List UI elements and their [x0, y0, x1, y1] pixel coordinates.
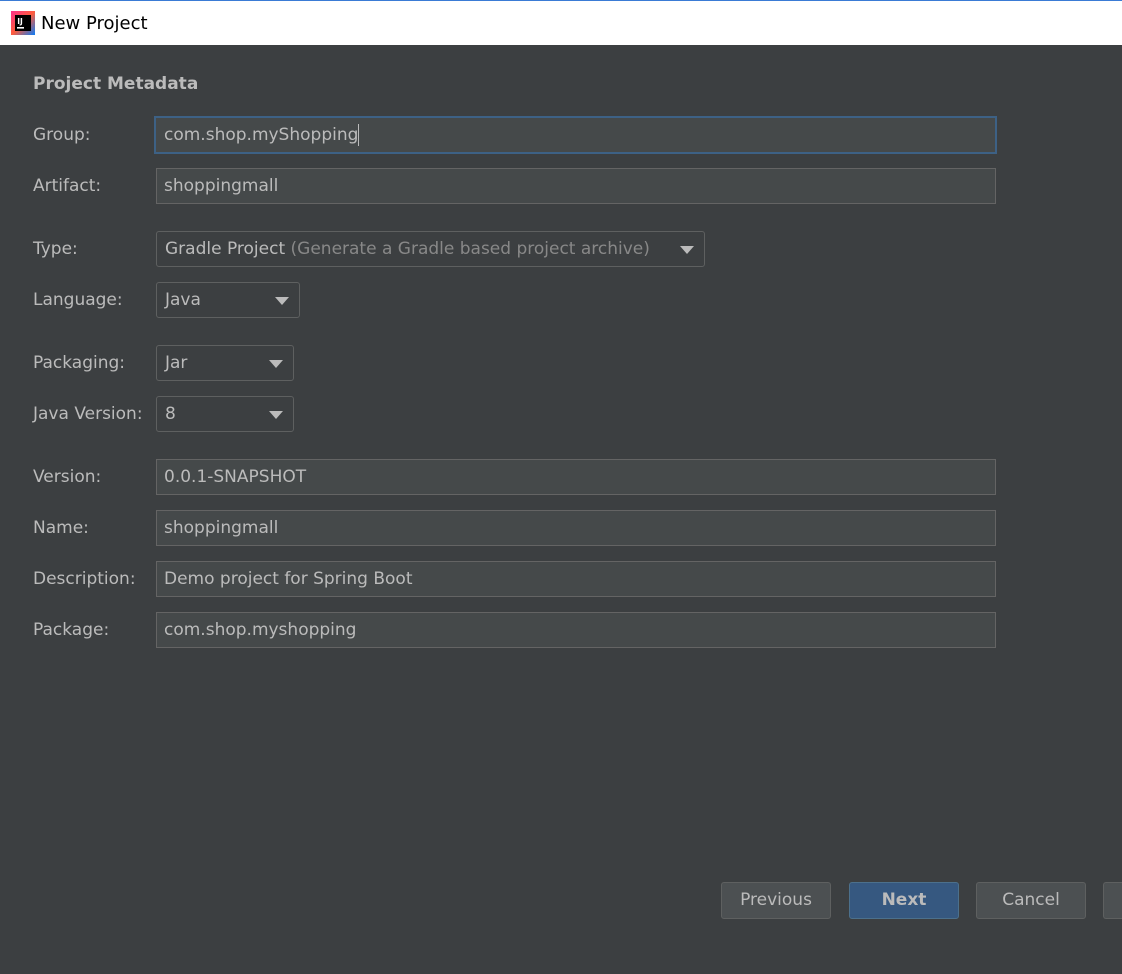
- previous-button[interactable]: Previous: [721, 882, 831, 919]
- group-label: Group:: [33, 125, 91, 145]
- description-label: Description:: [33, 569, 136, 589]
- packaging-label: Packaging:: [33, 353, 126, 373]
- type-label: Type:: [33, 239, 78, 259]
- type-dropdown[interactable]: Gradle Project (Generate a Gradle based …: [156, 231, 705, 267]
- package-label: Package:: [33, 620, 110, 640]
- title-bar: IJ New Project: [0, 0, 1122, 45]
- text-caret: [358, 124, 360, 146]
- language-value: Java: [165, 290, 201, 310]
- group-input[interactable]: com.shop.myShopping: [154, 116, 997, 154]
- version-label: Version:: [33, 467, 102, 487]
- intellij-idea-icon: IJ: [11, 11, 35, 35]
- chevron-down-icon: [680, 246, 694, 254]
- window-title: New Project: [41, 13, 148, 34]
- artifact-label: Artifact:: [33, 176, 102, 196]
- chevron-down-icon: [269, 360, 283, 368]
- language-dropdown[interactable]: Java: [156, 282, 300, 318]
- type-value: Gradle Project: [165, 239, 286, 259]
- name-input[interactable]: shoppingmall: [156, 510, 996, 546]
- group-value: com.shop.myShopping: [164, 125, 359, 145]
- section-title: Project Metadata: [33, 74, 199, 94]
- help-button[interactable]: [1103, 882, 1122, 919]
- java-version-dropdown[interactable]: 8: [156, 396, 294, 432]
- language-label: Language:: [33, 290, 123, 310]
- java-version-label: Java Version:: [33, 404, 143, 424]
- name-label: Name:: [33, 518, 89, 538]
- next-button[interactable]: Next: [849, 882, 959, 919]
- version-input[interactable]: 0.0.1-SNAPSHOT: [156, 459, 996, 495]
- cancel-button[interactable]: Cancel: [976, 882, 1086, 919]
- svg-text:IJ: IJ: [17, 17, 23, 26]
- packaging-value: Jar: [165, 353, 188, 373]
- chevron-down-icon: [275, 297, 289, 305]
- packaging-dropdown[interactable]: Jar: [156, 345, 294, 381]
- chevron-down-icon: [269, 411, 283, 419]
- package-input[interactable]: com.shop.myshopping: [156, 612, 996, 648]
- artifact-input[interactable]: shoppingmall: [156, 168, 996, 204]
- description-input[interactable]: Demo project for Spring Boot: [156, 561, 996, 597]
- project-metadata-panel: Project Metadata Group: com.shop.myShopp…: [0, 45, 1122, 974]
- java-version-value: 8: [165, 404, 176, 424]
- type-hint: (Generate a Gradle based project archive…: [290, 239, 650, 259]
